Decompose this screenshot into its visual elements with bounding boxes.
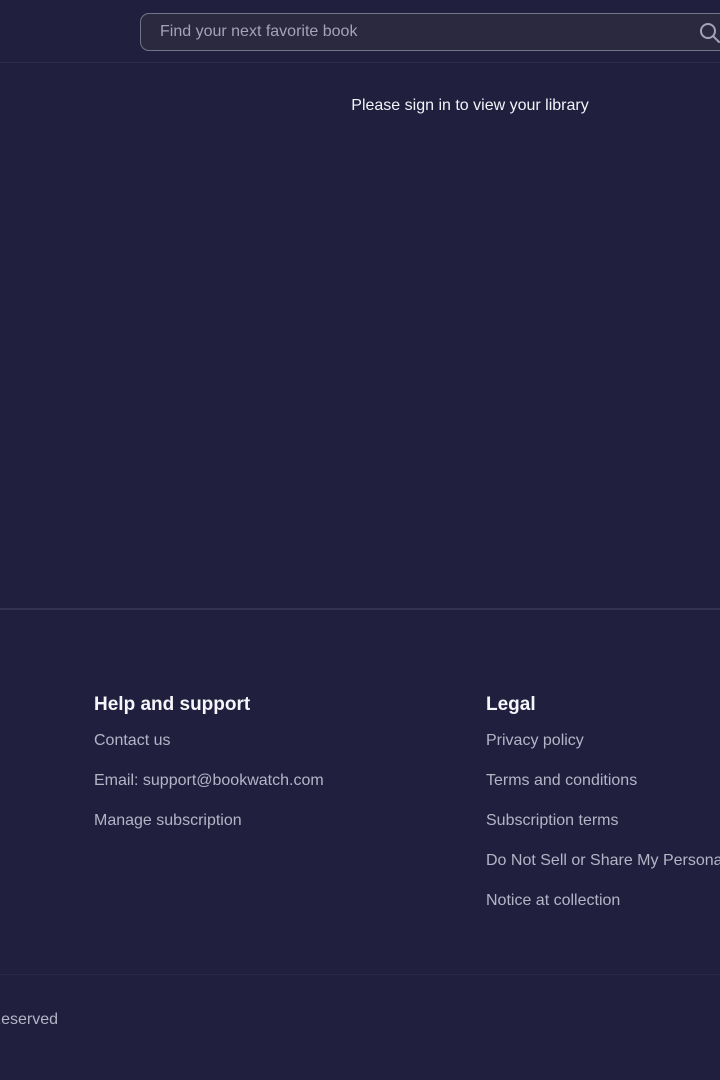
help-support-section: Help and support Contact us Email: suppo… <box>94 693 324 851</box>
notice-at-collection-link[interactable]: Notice at collection <box>486 891 720 931</box>
subscription-terms-link[interactable]: Subscription terms <box>486 811 720 851</box>
search-box[interactable] <box>140 13 720 51</box>
support-email-link[interactable]: Email: support@bookwatch.com <box>94 771 324 811</box>
terms-conditions-link[interactable]: Terms and conditions <box>486 771 720 811</box>
manage-subscription-link[interactable]: Manage subscription <box>94 811 324 851</box>
legal-heading: Legal <box>486 694 536 715</box>
copyright-text: © 2024 Bookwatch. All Rights Reserved <box>0 1011 720 1029</box>
search-icon[interactable] <box>698 21 720 45</box>
do-not-sell-link[interactable]: Do Not Sell or Share My Personal Informa… <box>486 851 720 891</box>
top-bar <box>0 0 720 63</box>
footer-divider <box>0 608 720 610</box>
bottom-divider <box>0 974 720 975</box>
sign-in-message: Please sign in to view your library <box>351 97 589 114</box>
help-support-heading: Help and support <box>94 694 251 715</box>
legal-section: Legal Privacy policy Terms and condition… <box>486 693 720 931</box>
page: Please sign in to view your library Help… <box>0 0 720 1080</box>
search-input[interactable] <box>141 14 720 50</box>
privacy-policy-link[interactable]: Privacy policy <box>486 731 720 771</box>
copyright-label: © 2024 Bookwatch. All Rights Reserved <box>0 1011 59 1028</box>
contact-us-link[interactable]: Contact us <box>94 731 324 771</box>
